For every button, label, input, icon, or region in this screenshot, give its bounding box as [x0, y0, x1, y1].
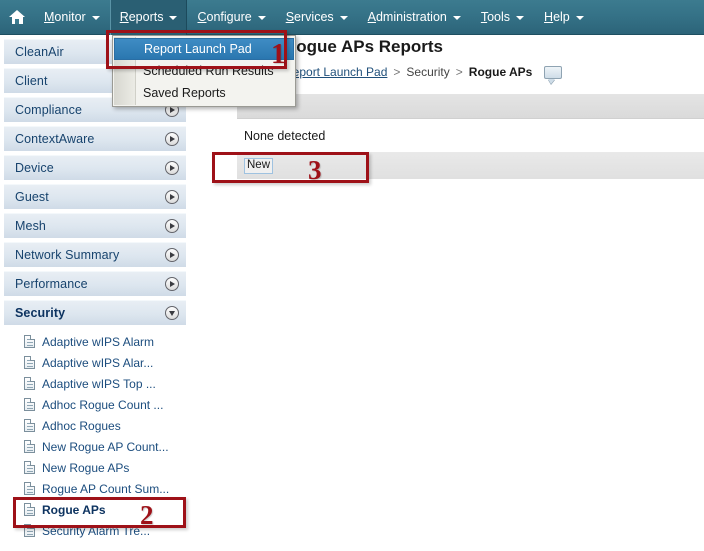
report-label: Rogue APs: [42, 502, 106, 517]
document-icon: [24, 482, 35, 495]
list-item[interactable]: Adhoc Rogues: [0, 415, 190, 436]
chevron-right-icon[interactable]: [165, 219, 179, 233]
sidebar-group-label: Client: [15, 74, 48, 88]
document-icon: [24, 419, 35, 432]
breadcrumb: Report Launch Pad > Security > Rogue APs: [284, 65, 563, 79]
empty-state-message: None detected: [244, 128, 326, 143]
reports-dropdown-menu: Report Launch Pad Scheduled Run Results …: [112, 35, 296, 107]
report-label: Adaptive wIPS Alar...: [42, 355, 154, 370]
menu-label-monitor: onitor: [54, 10, 86, 24]
sidebar-group-guest[interactable]: Guest: [4, 184, 186, 209]
list-item[interactable]: Security Alarm Tre...: [0, 520, 190, 541]
left-sidebar: CleanAir Client Compliance ContextAware …: [0, 35, 190, 551]
chevron-down-icon: [575, 16, 584, 20]
sidebar-group-label: ContextAware: [15, 132, 95, 146]
menu-label-services: ervices: [294, 10, 334, 24]
chevron-down-icon[interactable]: [165, 306, 179, 320]
report-label: New Rogue AP Count...: [42, 439, 169, 454]
home-icon: [9, 10, 25, 24]
menu-item-reports[interactable]: Reports: [109, 0, 188, 35]
sidebar-group-label: Security: [15, 306, 66, 320]
menu-label-configure: onfigure: [206, 10, 252, 24]
breadcrumb-item-security[interactable]: Security: [406, 65, 449, 79]
report-label: New Rogue APs: [42, 460, 130, 475]
list-item[interactable]: Adaptive wIPS Alar...: [0, 352, 190, 373]
menu-item-monitor[interactable]: Monitor: [34, 0, 110, 35]
breadcrumb-link-report-launch-pad[interactable]: Report Launch Pad: [284, 65, 387, 79]
document-icon: [24, 524, 35, 537]
chevron-right-icon[interactable]: [165, 248, 179, 262]
document-icon: [24, 377, 35, 390]
sidebar-group-device[interactable]: Device: [4, 155, 186, 180]
chevron-right-icon[interactable]: [165, 161, 179, 175]
new-button[interactable]: New: [244, 157, 274, 174]
home-button[interactable]: [0, 0, 34, 35]
panel-body: None detected: [237, 119, 704, 152]
report-label: Adhoc Rogue Count ...: [42, 397, 164, 412]
document-icon: [24, 356, 35, 369]
menu-item-services[interactable]: Services: [276, 0, 358, 35]
breadcrumb-separator: >: [393, 65, 401, 79]
sidebar-group-label: Performance: [15, 277, 88, 291]
list-item[interactable]: Adaptive wIPS Top ...: [0, 373, 190, 394]
menu-label-tools: ools: [487, 10, 511, 24]
speech-bubble-icon[interactable]: [544, 65, 563, 79]
list-item[interactable]: New Rogue APs: [0, 457, 190, 478]
menu-label-help: elp: [553, 10, 570, 24]
report-label: Security Alarm Tre...: [42, 523, 151, 538]
report-label: Adaptive wIPS Top ...: [42, 376, 156, 391]
document-icon: [24, 440, 35, 453]
report-label: Adaptive wIPS Alarm: [42, 334, 155, 349]
sidebar-group-label: Device: [15, 161, 54, 175]
list-item[interactable]: Adhoc Rogue Count ...: [0, 394, 190, 415]
document-icon: [24, 461, 35, 474]
menu-item-configure[interactable]: Configure: [187, 0, 275, 35]
document-icon: [24, 335, 35, 348]
report-label: Rogue AP Count Sum...: [42, 481, 170, 496]
menu-item-help[interactable]: Help: [534, 0, 594, 35]
chevron-down-icon: [452, 16, 461, 20]
menu-item-tools[interactable]: Tools: [471, 0, 534, 35]
document-icon: [24, 503, 35, 516]
menu-label-administration: dministration: [375, 10, 447, 24]
sidebar-item-rogue-aps[interactable]: Rogue APs: [0, 499, 190, 520]
menu-item-administration[interactable]: Administration: [358, 0, 471, 35]
sidebar-group-label: Compliance: [15, 103, 83, 117]
chevron-down-icon: [169, 16, 178, 20]
menu-option-report-launch-pad[interactable]: Report Launch Pad: [114, 38, 294, 60]
sidebar-group-performance[interactable]: Performance: [4, 271, 186, 296]
top-menu-bar: Monitor Reports Configure Services Admin…: [0, 0, 704, 35]
menu-label-reports: eports: [128, 10, 164, 24]
report-label: Adhoc Rogues: [42, 418, 121, 433]
panel-footer-bar: New: [237, 152, 704, 179]
chevron-right-icon[interactable]: [165, 132, 179, 146]
sidebar-group-label: Mesh: [15, 219, 46, 233]
breadcrumb-current: Rogue APs: [468, 65, 533, 79]
security-report-list: Adaptive wIPS Alarm Adaptive wIPS Alar..…: [0, 329, 190, 541]
chevron-right-icon[interactable]: [165, 277, 179, 291]
sidebar-group-network-summary[interactable]: Network Summary: [4, 242, 186, 267]
list-item[interactable]: New Rogue AP Count...: [0, 436, 190, 457]
chevron-down-icon: [516, 16, 525, 20]
sidebar-group-contextaware[interactable]: ContextAware: [4, 126, 186, 151]
menu-option-saved-reports[interactable]: Saved Reports: [113, 82, 295, 104]
breadcrumb-separator: >: [455, 65, 463, 79]
chevron-down-icon: [91, 16, 100, 20]
chevron-down-icon: [257, 16, 266, 20]
list-item[interactable]: Adaptive wIPS Alarm: [0, 331, 190, 352]
application-window: Monitor Reports Configure Services Admin…: [0, 0, 704, 551]
sidebar-group-label: Network Summary: [15, 248, 120, 262]
list-item[interactable]: Rogue AP Count Sum...: [0, 478, 190, 499]
sidebar-group-security[interactable]: Security: [4, 300, 186, 325]
sidebar-group-label: CleanAir: [15, 45, 64, 59]
document-icon: [24, 398, 35, 411]
chevron-down-icon: [339, 16, 348, 20]
panel-header-bar: [237, 94, 704, 119]
sidebar-group-mesh[interactable]: Mesh: [4, 213, 186, 238]
menu-option-scheduled-run-results[interactable]: Scheduled Run Results: [113, 60, 295, 82]
sidebar-group-label: Guest: [15, 190, 49, 204]
chevron-right-icon[interactable]: [165, 190, 179, 204]
page-title: Rogue APs Reports: [284, 37, 444, 56]
